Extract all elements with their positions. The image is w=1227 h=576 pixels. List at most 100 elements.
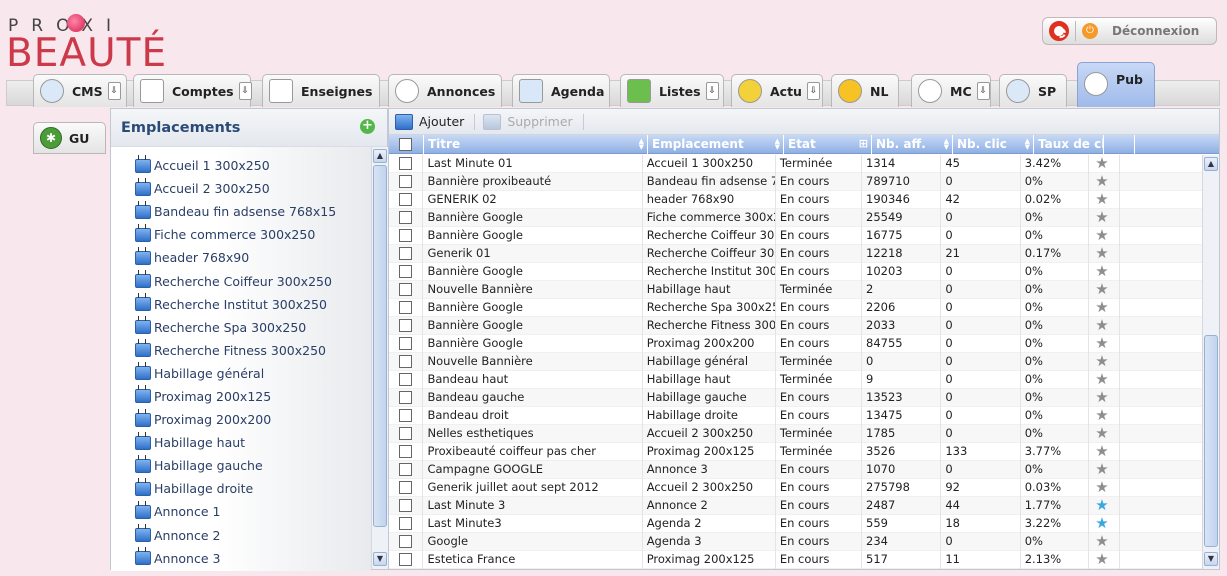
cell-star[interactable]: ★ bbox=[1089, 209, 1120, 227]
cell-star[interactable]: ★ bbox=[1089, 497, 1120, 515]
cell-select[interactable] bbox=[389, 299, 424, 317]
table-row[interactable]: Estetica France Proximag 200x125 En cours 5… bbox=[389, 551, 1202, 569]
cell-star[interactable]: ★ bbox=[1089, 515, 1120, 533]
row-checkbox[interactable] bbox=[399, 553, 412, 566]
emplacement-item[interactable]: Fiche commerce 300x250 bbox=[111, 223, 371, 246]
cell-select[interactable] bbox=[389, 407, 424, 425]
star-icon[interactable]: ★ bbox=[1095, 155, 1108, 171]
help-icon[interactable] bbox=[1049, 21, 1069, 41]
table-row[interactable]: Bannière Google Recherche Coiffeur 300 En … bbox=[389, 227, 1202, 245]
emplacement-item[interactable]: Annonce 1 bbox=[111, 500, 371, 523]
cell-star[interactable]: ★ bbox=[1089, 317, 1120, 335]
table-row[interactable]: Bandeau haut Habillage haut Terminée 9 0 0% ★ bbox=[389, 371, 1202, 389]
table-row[interactable]: Bannière Google Fiche commerce 300x2 En co… bbox=[389, 209, 1202, 227]
cell-select[interactable] bbox=[389, 389, 424, 407]
logout-button[interactable]: ⏻ Déconnexion bbox=[1042, 17, 1217, 45]
emplacement-item[interactable]: Proximag 200x200 bbox=[111, 408, 371, 431]
emplacement-item[interactable]: Annonce 3 bbox=[111, 547, 371, 570]
column-emplacement[interactable]: Emplacement ▲ ▼ bbox=[648, 135, 784, 154]
column-nb-aff[interactable]: Nb. aff. ▲ ▼ bbox=[872, 135, 953, 154]
table-row[interactable]: Last Minute 01 Accueil 1 300x250 Terminée 1… bbox=[389, 155, 1202, 173]
table-row[interactable]: Last Minute3 Agenda 2 En cours 559 18 3.22% ★ bbox=[389, 515, 1202, 533]
tab-dropdown-icon[interactable]: ⇩ bbox=[238, 82, 252, 100]
grid-scrollbar[interactable]: ▲ ▼ bbox=[1202, 155, 1219, 569]
row-checkbox[interactable] bbox=[399, 481, 412, 494]
emplacement-item[interactable]: Habillage gauche bbox=[111, 454, 371, 477]
star-icon[interactable]: ★ bbox=[1095, 281, 1108, 297]
table-row[interactable]: Nelles esthetiques Accueil 2 300x250 Termi… bbox=[389, 425, 1202, 443]
select-all-header[interactable] bbox=[389, 135, 424, 154]
cell-select[interactable] bbox=[389, 335, 424, 353]
star-icon[interactable]: ★ bbox=[1095, 371, 1108, 387]
cell-select[interactable] bbox=[389, 155, 424, 173]
cell-select[interactable] bbox=[389, 461, 424, 479]
tab-cms[interactable]: CMS ⇩ bbox=[33, 74, 127, 107]
row-checkbox[interactable] bbox=[399, 355, 412, 368]
star-icon[interactable]: ★ bbox=[1095, 407, 1108, 423]
star-icon[interactable]: ★ bbox=[1095, 497, 1108, 513]
scroll-down-icon[interactable]: ▼ bbox=[1204, 552, 1218, 566]
emplacement-item[interactable]: Recherche Institut 300x250 bbox=[111, 293, 371, 316]
tab-listes[interactable]: Listes ⇩ bbox=[620, 74, 724, 107]
delete-button[interactable]: Supprimer bbox=[483, 113, 573, 130]
tab-dropdown-icon[interactable]: ⇩ bbox=[806, 82, 820, 100]
tab-agenda[interactable]: Agenda bbox=[512, 74, 610, 107]
emplacement-item[interactable]: Habillage haut bbox=[111, 431, 371, 454]
star-icon[interactable]: ★ bbox=[1095, 317, 1108, 333]
row-checkbox[interactable] bbox=[399, 373, 412, 386]
row-checkbox[interactable] bbox=[399, 391, 412, 404]
cell-select[interactable] bbox=[389, 263, 424, 281]
cell-star[interactable]: ★ bbox=[1089, 155, 1120, 173]
row-checkbox[interactable] bbox=[399, 265, 412, 278]
row-checkbox[interactable] bbox=[399, 535, 412, 548]
tab-enseignes[interactable]: Enseignes bbox=[262, 74, 380, 107]
emplacement-item[interactable]: Habillage général bbox=[111, 362, 371, 385]
row-checkbox[interactable] bbox=[399, 445, 412, 458]
table-row[interactable]: Bannière Google Recherche Spa 300x25 En co… bbox=[389, 299, 1202, 317]
star-icon[interactable]: ★ bbox=[1095, 227, 1108, 243]
emplacement-item[interactable]: Recherche Fitness 300x250 bbox=[111, 339, 371, 362]
cell-star[interactable]: ★ bbox=[1089, 353, 1120, 371]
cell-star[interactable]: ★ bbox=[1089, 425, 1120, 443]
cell-select[interactable] bbox=[389, 209, 424, 227]
cell-select[interactable] bbox=[389, 245, 424, 263]
cell-star[interactable]: ★ bbox=[1089, 173, 1120, 191]
table-row[interactable]: Nouvelle Bannière Habillage général Termin… bbox=[389, 353, 1202, 371]
row-checkbox[interactable] bbox=[399, 211, 412, 224]
cell-select[interactable] bbox=[389, 497, 424, 515]
table-row[interactable]: Generik juillet aout sept 2012 Accueil 2 … bbox=[389, 479, 1202, 497]
table-row[interactable]: Bannière proxibeauté Bandeau fin adsense … bbox=[389, 173, 1202, 191]
emplacement-item[interactable]: Habillage droite bbox=[111, 477, 371, 500]
scroll-thumb[interactable] bbox=[373, 165, 387, 527]
cell-select[interactable] bbox=[389, 317, 424, 335]
cell-star[interactable]: ★ bbox=[1089, 479, 1120, 497]
row-checkbox[interactable] bbox=[399, 337, 412, 350]
cell-star[interactable]: ★ bbox=[1089, 335, 1120, 353]
table-row[interactable]: Last Minute 3 Annonce 2 En cours 2487 44 1.77… bbox=[389, 497, 1202, 515]
table-row[interactable]: Bandeau droit Habillage droite En cours 134… bbox=[389, 407, 1202, 425]
star-icon[interactable]: ★ bbox=[1095, 389, 1108, 405]
cell-star[interactable]: ★ bbox=[1089, 371, 1120, 389]
table-row[interactable]: Bannière Google Recherche Institut 300x En… bbox=[389, 263, 1202, 281]
star-icon[interactable]: ★ bbox=[1095, 479, 1108, 495]
tab-mc[interactable]: MC ⇩ bbox=[911, 74, 991, 107]
column-taux[interactable]: Taux de cl bbox=[1034, 135, 1104, 154]
cell-select[interactable] bbox=[389, 173, 424, 191]
emplacement-item[interactable]: Recherche Spa 300x250 bbox=[111, 316, 371, 339]
cell-select[interactable] bbox=[389, 353, 424, 371]
cell-star[interactable]: ★ bbox=[1089, 389, 1120, 407]
star-icon[interactable]: ★ bbox=[1095, 209, 1108, 225]
star-icon[interactable]: ★ bbox=[1095, 443, 1108, 459]
add-emplacement-button[interactable]: + bbox=[360, 119, 375, 134]
row-checkbox[interactable] bbox=[399, 499, 412, 512]
star-icon[interactable]: ★ bbox=[1095, 191, 1108, 207]
cell-select[interactable] bbox=[389, 227, 424, 245]
star-icon[interactable]: ★ bbox=[1095, 263, 1108, 279]
tab-dropdown-icon[interactable]: ⇩ bbox=[976, 82, 990, 100]
tab-dropdown-icon[interactable]: ⇩ bbox=[107, 82, 121, 100]
star-icon[interactable]: ★ bbox=[1095, 245, 1108, 261]
select-all-checkbox[interactable] bbox=[399, 138, 412, 151]
row-checkbox[interactable] bbox=[399, 193, 412, 206]
star-icon[interactable]: ★ bbox=[1095, 299, 1108, 315]
row-checkbox[interactable] bbox=[399, 175, 412, 188]
